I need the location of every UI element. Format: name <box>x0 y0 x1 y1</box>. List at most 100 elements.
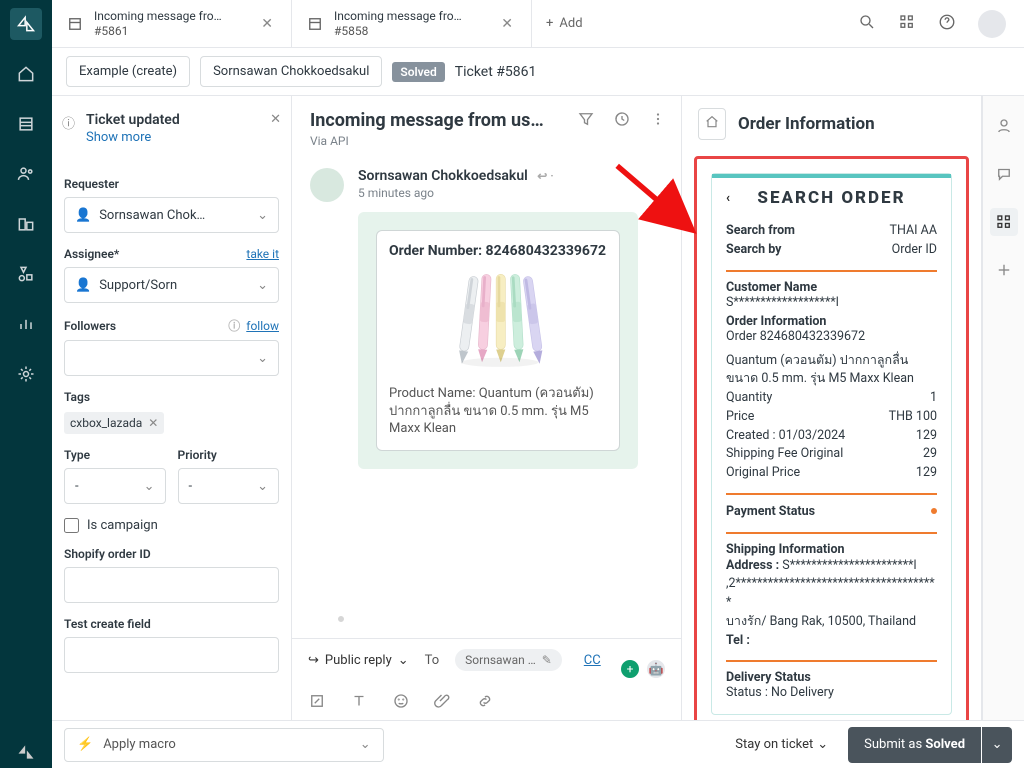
ticket-icon <box>306 15 324 33</box>
context-rail <box>982 96 1024 720</box>
conversation-panel: Incoming message from us… Via API Sornsa… <box>292 96 682 720</box>
tag-remove-icon[interactable]: ✕ <box>148 416 158 430</box>
apply-macro-select[interactable]: ⚡ Apply macro ⌄ <box>64 728 384 762</box>
tab-add-button[interactable]: + Add <box>532 0 597 47</box>
app-back-icon[interactable]: ‹ <box>726 191 730 206</box>
cc-link[interactable]: CC <box>584 653 601 668</box>
followers-select[interactable]: ⌄ <box>64 340 279 376</box>
message-avatar <box>310 168 344 624</box>
composer-toolbar: + 🤖 <box>292 681 681 720</box>
tab-subtitle: #5858 <box>334 24 462 38</box>
chevron-down-icon: ⌄ <box>144 479 155 494</box>
assignee-select[interactable]: 👤 Support/Sorn ⌄ <box>64 267 279 303</box>
order-number-block: Order Number: 824680432339672 <box>389 243 607 259</box>
app-product-line: Quantum (ควอนตัม) ปากกาลูกลื่น ขนาด 0.5 … <box>726 352 937 390</box>
app-title-label: SEARCH ORDER <box>757 188 905 208</box>
assist-chip-plus[interactable]: + <box>619 658 641 680</box>
expand-composer-icon[interactable] <box>308 692 326 714</box>
tab-subtitle: #5861 <box>94 24 222 38</box>
crumb-requester[interactable]: Sornsawan Chokkoedsakul <box>200 56 382 87</box>
test-create-field-label: Test create field <box>64 617 279 631</box>
search-icon[interactable] <box>858 13 876 35</box>
breadcrumb-row: Example (create) Sornsawan Chokkoedsakul… <box>52 48 1024 96</box>
product-image <box>389 267 607 377</box>
person-icon: 👤 <box>75 278 91 293</box>
edit-icon[interactable]: ✎ <box>542 653 552 667</box>
ticket-label: Ticket #5861 <box>455 64 537 80</box>
attachment-icon[interactable] <box>434 692 452 714</box>
apps-panel: Order Information ‹ SEARCH ORDER Search … <box>682 96 982 720</box>
stay-on-ticket-dropdown[interactable]: Stay on ticket ⌄ <box>727 737 836 752</box>
search-order-app: ‹ SEARCH ORDER Search fromTHAI AA Search… <box>694 156 969 720</box>
tab-close-icon[interactable]: ✕ <box>497 14 517 34</box>
context-chat-icon[interactable] <box>990 160 1018 188</box>
app-panel-title: Order Information <box>738 114 875 134</box>
profile-avatar[interactable] <box>978 10 1006 38</box>
order-message-card: Order Number: 824680432339672 <box>358 212 638 469</box>
chevron-down-icon: ⌄ <box>257 208 268 223</box>
tag-chip[interactable]: cxbox_lazada ✕ <box>64 412 164 434</box>
suggestion-chips: + 🤖 <box>619 658 667 680</box>
text-format-icon[interactable] <box>350 692 368 714</box>
notice-show-more-link[interactable]: Show more <box>86 130 275 145</box>
assist-chip-robot[interactable]: 🤖 <box>645 658 667 680</box>
notice-close-icon[interactable]: ✕ <box>270 112 281 127</box>
take-it-link[interactable]: take it <box>246 247 279 261</box>
reply-type-dropdown[interactable]: ↪ Public reply ⌄ <box>308 653 409 668</box>
left-nav-rail <box>0 0 52 768</box>
to-label: To <box>425 653 440 668</box>
tab-ticket-5858[interactable]: Incoming message fro… #5858 ✕ <box>292 0 532 47</box>
nav-reports-icon[interactable] <box>10 308 42 340</box>
ticket-updated-notice: ⓘ Ticket updated Show more ✕ <box>62 108 281 153</box>
shopify-order-id-input[interactable] <box>64 567 279 603</box>
ticket-heading: Solved Ticket #5861 <box>392 62 536 82</box>
recipient-chip[interactable]: Sornsawan … ✎ <box>455 649 562 671</box>
nav-shapes-icon[interactable] <box>10 258 42 290</box>
nav-home-icon[interactable] <box>10 58 42 90</box>
tab-title: Incoming message fro… <box>94 9 222 23</box>
context-user-icon[interactable] <box>990 112 1018 140</box>
status-badge: Solved <box>392 62 444 82</box>
link-icon[interactable] <box>476 692 494 714</box>
info-icon: ⓘ <box>62 113 75 132</box>
history-icon[interactable] <box>613 110 631 132</box>
tags-label: Tags <box>64 390 279 404</box>
test-create-field-input[interactable] <box>64 637 279 673</box>
nav-customers-icon[interactable] <box>10 158 42 190</box>
requester-select[interactable]: 👤 Sornsawan Chok… ⌄ <box>64 197 279 233</box>
apps-grid-icon[interactable] <box>898 13 916 35</box>
is-campaign-checkbox[interactable]: Is campaign <box>64 518 279 533</box>
filter-icon[interactable] <box>577 110 595 132</box>
requester-label: Requester <box>64 177 279 191</box>
chevron-down-icon: ⌄ <box>817 737 828 752</box>
shopify-order-id-label: Shopify order ID <box>64 547 279 561</box>
chevron-down-icon: ⌄ <box>257 278 268 293</box>
emoji-icon[interactable] <box>392 692 410 714</box>
nav-org-icon[interactable] <box>10 208 42 240</box>
submit-button[interactable]: Submit as Solved <box>848 727 981 763</box>
tab-ticket-5861[interactable]: Incoming message fro… #5861 ✕ <box>52 0 292 47</box>
crumb-example[interactable]: Example (create) <box>66 56 190 87</box>
help-icon[interactable] <box>938 13 956 35</box>
notice-title: Ticket updated <box>86 112 180 128</box>
context-add-icon[interactable] <box>990 256 1018 284</box>
nav-views-icon[interactable] <box>10 108 42 140</box>
app-home-icon[interactable] <box>698 108 726 140</box>
follow-link[interactable]: follow <box>246 319 279 333</box>
priority-select[interactable]: - ⌄ <box>178 468 280 504</box>
nav-zendesk-footer-icon[interactable] <box>10 736 42 768</box>
more-vertical-icon[interactable] <box>649 110 667 132</box>
via-channel-icon: ↩ · <box>537 169 554 183</box>
info-icon: ⓘ <box>228 317 240 334</box>
nav-zendesk-logo-icon[interactable] <box>10 8 42 40</box>
type-select[interactable]: - ⌄ <box>64 468 166 504</box>
nav-admin-icon[interactable] <box>10 358 42 390</box>
tab-close-icon[interactable]: ✕ <box>257 14 277 34</box>
context-apps-icon[interactable] <box>990 208 1018 236</box>
submit-button-group: Submit as Solved ⌄ <box>848 727 1012 763</box>
chevron-down-icon: ⌄ <box>257 351 268 366</box>
reply-arrow-icon: ↪ <box>308 653 319 668</box>
ticket-properties-panel: ⓘ Ticket updated Show more ✕ Requester 👤… <box>52 96 292 720</box>
message-author: Sornsawan Chokkoedsakul ↩ · <box>358 168 663 184</box>
submit-dropdown-button[interactable]: ⌄ <box>982 727 1012 763</box>
